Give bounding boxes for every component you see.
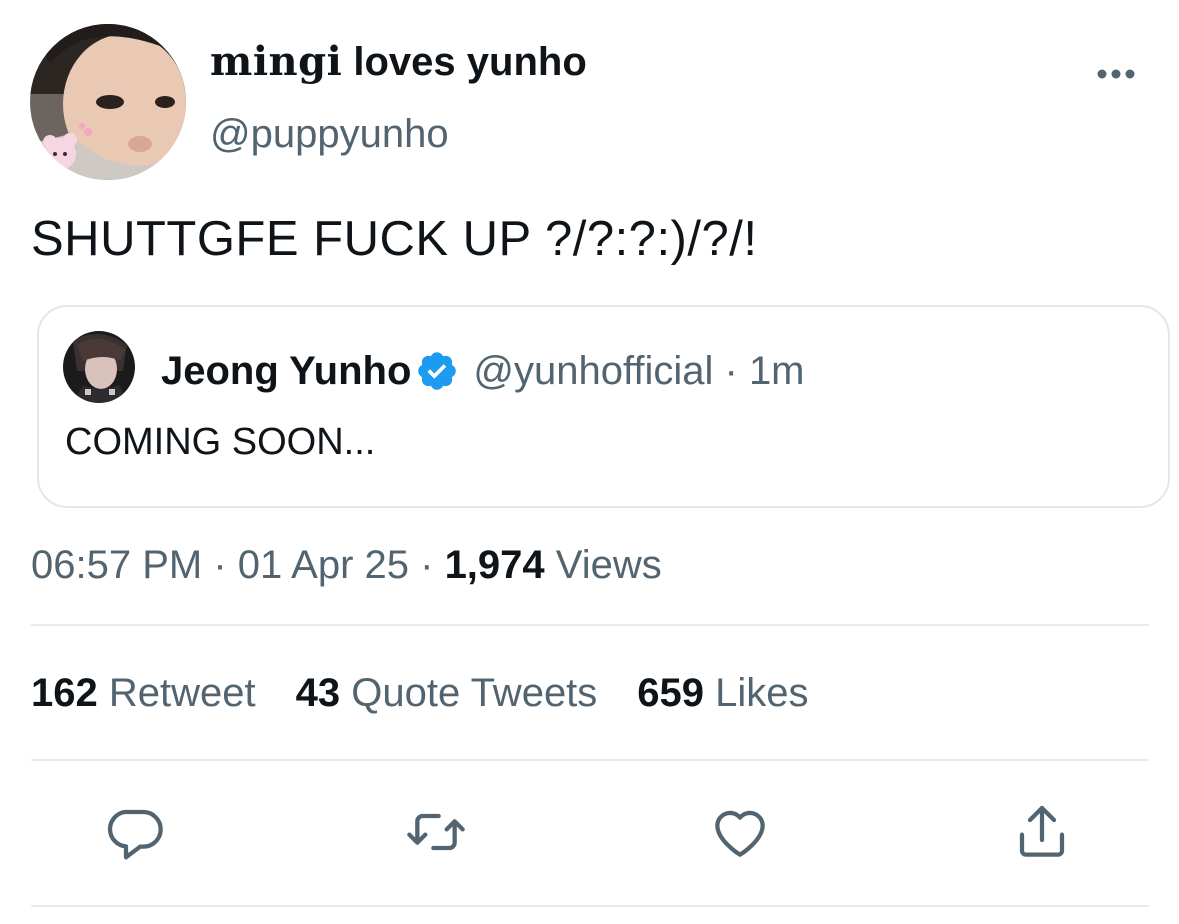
author-name-stylized: mingi (210, 38, 343, 85)
likes-count: 659 (637, 671, 705, 715)
more-options-icon[interactable] (1094, 62, 1138, 86)
retweets-label: Retweet (97, 671, 256, 715)
share-icon[interactable] (1010, 800, 1074, 864)
author-name-rest: loves yunho (342, 40, 587, 84)
retweet-icon[interactable] (404, 800, 468, 864)
heart-icon[interactable] (708, 800, 772, 864)
tweet-meta: 06:57 PM · 01 Apr 25 · 1,974 Views (31, 540, 662, 590)
views-count: 1,974 (444, 543, 545, 587)
likes-stat[interactable]: 659 Likes (637, 668, 808, 718)
retweets-count: 162 (31, 671, 98, 715)
quoted-tweet-header: Jeong Yunho @yunhofficial · 1m (161, 347, 805, 395)
quotes-stat[interactable]: 43 Quote Tweets (296, 668, 598, 718)
quoted-author-name[interactable]: Jeong Yunho (161, 347, 411, 395)
author-avatar[interactable] (30, 24, 186, 180)
verified-badge-icon (415, 349, 459, 393)
tweet-timestamp[interactable]: 06:57 PM · 01 Apr 25 · (31, 543, 445, 587)
divider-top (31, 624, 1149, 626)
quoted-author-handle-time: @yunhofficial · 1m (473, 349, 805, 393)
author-handle[interactable]: @puppyunho (210, 110, 449, 158)
author-avatar-image (30, 24, 186, 180)
divider-bottom (31, 759, 1149, 761)
engagement-stats: 162 Retweet 43 Quote Tweets 659 Likes (31, 668, 849, 718)
author-display-name[interactable]: mingi loves yunho (210, 38, 587, 86)
tweet-text: SHUTTGFE FUCK UP ?/?:?:)/?/! (31, 212, 758, 266)
reply-icon[interactable] (102, 800, 166, 864)
quotes-label: Quote Tweets (340, 671, 598, 715)
quoted-tweet-card[interactable]: Jeong Yunho @yunhofficial · 1m COMING SO… (37, 305, 1170, 508)
views-label: Views (544, 543, 662, 587)
likes-label: Likes (704, 671, 809, 715)
quoted-author-avatar (63, 331, 135, 403)
retweets-stat[interactable]: 162 Retweet (31, 668, 256, 718)
divider-actions-bottom (31, 905, 1149, 907)
quotes-count: 43 (295, 671, 341, 715)
quoted-tweet-text: COMING SOON... (65, 421, 376, 463)
